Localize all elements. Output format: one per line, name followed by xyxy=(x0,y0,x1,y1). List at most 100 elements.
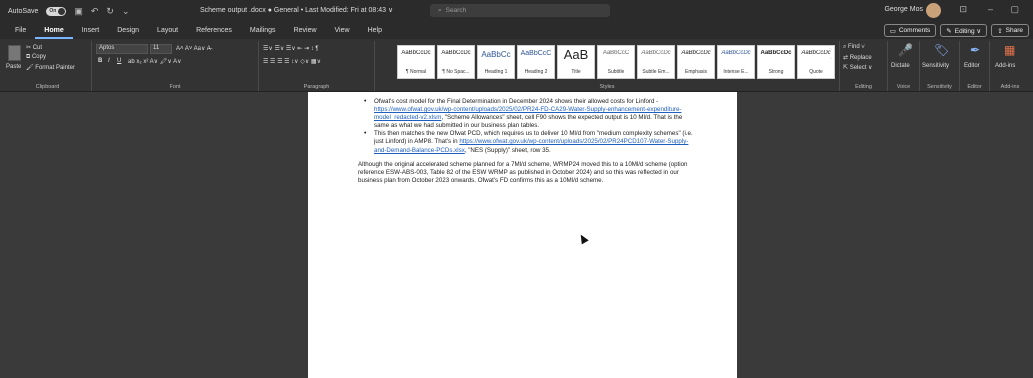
minimize-icon[interactable]: – xyxy=(988,4,993,14)
autosave-toggle[interactable]: On xyxy=(46,6,67,16)
list-item[interactable]: This then matches the new Ofwat PCD, whi… xyxy=(364,130,693,154)
style-subtle-emphasis[interactable]: AaBbCcDc Subtle Em... xyxy=(637,45,675,79)
style-sample: AaBbCcDc xyxy=(760,50,792,56)
style-heading-1[interactable]: AaBbCc Heading 1 xyxy=(477,45,515,79)
font-group-label: Font xyxy=(169,84,181,90)
paste-icon[interactable] xyxy=(8,45,21,61)
style-name: Strong xyxy=(768,69,784,75)
tab-view[interactable]: View xyxy=(326,22,359,39)
style-heading-2[interactable]: AaBbCcC Heading 2 xyxy=(517,45,555,79)
cut-label: Cut xyxy=(32,45,43,51)
user-name[interactable]: George Mos xyxy=(884,6,923,13)
list-item[interactable]: Ofwat's cost model for the Final Determi… xyxy=(364,98,693,130)
share-label: Share xyxy=(1005,27,1023,34)
paste-button[interactable]: Paste xyxy=(6,64,21,70)
clipboard-group-label: Clipboard xyxy=(35,84,60,90)
font-grow-shrink-buttons[interactable]: A˄ A˅ Aa∨ A̶ xyxy=(176,45,211,52)
addins-icon[interactable]: ▦ xyxy=(1004,43,1015,57)
microphone-icon[interactable]: 🎤 xyxy=(898,43,913,57)
cut-button[interactable]: ✂ Cut xyxy=(26,44,42,51)
replace-button[interactable]: ⇄ Replace xyxy=(843,54,872,61)
ribbon: Paste ✂ Cut ⧉ Copy 🖌 Format Painter Clip… xyxy=(0,39,1033,92)
style-name: ¶ No Spac... xyxy=(442,69,470,75)
sensitivity-group: 🏷 Sensitivity Sensitivity xyxy=(920,41,960,91)
ribbon-tabs: File Home Insert Design Layout Reference… xyxy=(0,22,1033,39)
font-name-value: Aptos xyxy=(99,45,115,51)
document-title[interactable]: Scheme output .docx ● General • Last Mod… xyxy=(200,6,393,14)
tab-review[interactable]: Review xyxy=(285,22,326,39)
styles-scroll-icon[interactable]: ⌃ ⌄ xyxy=(828,47,833,61)
font-size-value: 11 xyxy=(153,45,160,51)
style-title[interactable]: AaB Title xyxy=(557,45,595,79)
tab-design[interactable]: Design xyxy=(108,22,148,39)
share-button[interactable]: ⇪ Share xyxy=(991,24,1029,37)
editing-group: ⌕ Find ∨ ⇄ Replace ⇱ Select ∨ Editing xyxy=(840,41,888,91)
redo-icon[interactable]: ↻ xyxy=(106,6,114,17)
document-page[interactable]: Ofwat's cost model for the Final Determi… xyxy=(308,92,737,378)
sensitivity-icon[interactable]: 🏷 xyxy=(934,43,949,57)
addins-button[interactable]: Add-ins xyxy=(995,63,1015,69)
style-name: ¶ Normal xyxy=(405,69,427,75)
tab-references[interactable]: References xyxy=(187,22,241,39)
copy-button[interactable]: ⧉ Copy xyxy=(26,54,46,61)
voice-group-label: Voice xyxy=(896,84,911,90)
tab-insert[interactable]: Insert xyxy=(73,22,109,39)
replace-label: Replace xyxy=(849,55,872,61)
paragraph-group-label: Paragraph xyxy=(303,84,330,90)
italic-button[interactable]: I xyxy=(108,58,110,64)
comments-button[interactable]: ▭ Comments xyxy=(883,24,937,37)
style-sample: AaBbCcDc xyxy=(401,50,431,56)
search-placeholder: Search xyxy=(445,7,467,14)
tab-help[interactable]: Help xyxy=(359,22,391,39)
tab-file[interactable]: File xyxy=(6,22,35,39)
underline-button[interactable]: U xyxy=(117,58,121,64)
ribbon-display-icon[interactable]: ⊡ xyxy=(959,4,967,15)
select-button[interactable]: ⇱ Select ∨ xyxy=(843,64,872,71)
body-paragraph[interactable]: Although the original accelerated scheme… xyxy=(358,161,693,185)
tab-layout[interactable]: Layout xyxy=(148,22,187,39)
styles-group-label: Styles xyxy=(599,84,615,90)
find-button[interactable]: ⌕ Find ∨ xyxy=(843,44,865,51)
bullet1-text: Ofwat's cost model for the Final Determi… xyxy=(374,98,659,105)
style-name: Heading 1 xyxy=(484,69,508,75)
style-subtitle[interactable]: AaBbCcC Subtitle xyxy=(597,45,635,79)
dictate-button[interactable]: Dictate xyxy=(891,63,910,69)
sensitivity-button[interactable]: Sensitivity xyxy=(922,63,949,69)
avatar[interactable] xyxy=(926,3,941,18)
bullet-list: Ofwat's cost model for the Final Determi… xyxy=(358,98,693,155)
editor-icon[interactable]: ✒ xyxy=(970,43,980,57)
list-buttons[interactable]: ☰∨ ☰∨ ☰∨ ⇤ ⇥ ↕ ¶ xyxy=(263,45,319,52)
document-body[interactable]: Ofwat's cost model for the Final Determi… xyxy=(358,98,693,185)
format-painter-label: Format Painter xyxy=(35,65,75,71)
style-name: Intense E... xyxy=(723,69,749,75)
customize-quick-access-icon[interactable]: ⌄ xyxy=(122,6,130,17)
autosave-label: AutoSave xyxy=(8,7,39,15)
style-no-spacing[interactable]: AaBbCcDc ¶ No Spac... xyxy=(437,45,475,79)
style-emphasis[interactable]: AaBbCcDc Emphasis xyxy=(677,45,715,79)
style-strong[interactable]: AaBbCcDc Strong xyxy=(757,45,795,79)
editing-mode-button[interactable]: ✎ Editing ∨ xyxy=(940,24,988,37)
search-box[interactable]: ⌕ Search xyxy=(430,4,610,17)
style-sample: AaBbCc xyxy=(481,50,511,59)
style-name: Subtle Em... xyxy=(642,69,670,75)
editing-group-label: Editing xyxy=(855,84,872,90)
find-label: Find ∨ xyxy=(848,44,865,50)
alignment-buttons[interactable]: ☰ ☰ ☰ ☰ ↕∨ ◇∨ ▦∨ xyxy=(263,58,321,65)
style-name: Quote xyxy=(809,69,823,75)
editor-button[interactable]: Editor xyxy=(964,63,980,69)
save-icon[interactable]: ▣ xyxy=(74,6,83,17)
bold-button[interactable]: B xyxy=(98,58,102,64)
font-group: Aptos 11 A˄ A˅ Aa∨ A̶ B I U ab x₂ x² A∨ … xyxy=(92,41,259,91)
format-painter-button[interactable]: 🖌 Format Painter xyxy=(26,64,75,71)
style-sample: AaB xyxy=(563,47,589,62)
format-buttons[interactable]: ab x₂ x² A∨ 🖍∨ A∨ xyxy=(128,58,181,65)
tab-home[interactable]: Home xyxy=(35,22,73,39)
undo-icon[interactable]: ↶ xyxy=(91,6,99,17)
styles-group: AaBbCcDc ¶ Normal AaBbCcDc ¶ No Spac... Aa… xyxy=(375,41,840,91)
style-intense-emphasis[interactable]: AaBbCcDc Intense E... xyxy=(717,45,755,79)
style-sample: AaBbCcDc xyxy=(441,50,471,56)
style-normal[interactable]: AaBbCcDc ¶ Normal xyxy=(397,45,435,79)
editor-group: ✒ Editor Editor xyxy=(960,41,990,91)
tab-mailings[interactable]: Mailings xyxy=(241,22,285,39)
restore-icon[interactable]: ▢ xyxy=(1010,4,1019,15)
